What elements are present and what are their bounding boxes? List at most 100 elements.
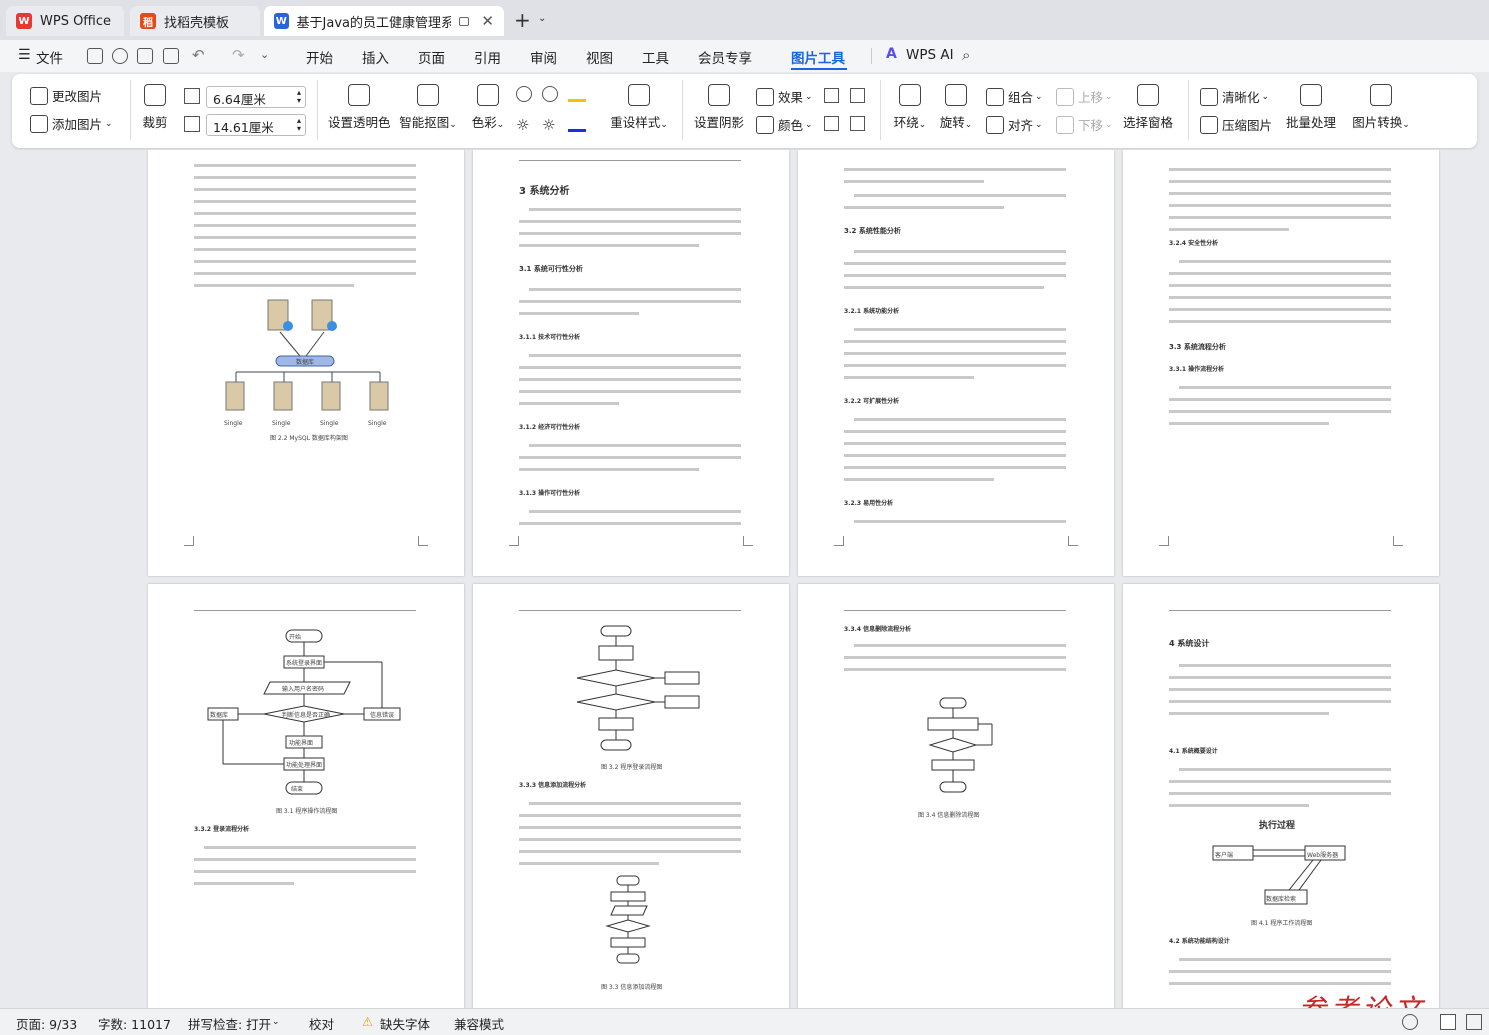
ribbon-divider [1188,80,1189,140]
menu-reference[interactable]: 引用 [474,47,501,67]
page-6[interactable]: 图 3.2 程序登录流程图 3.3.3 信息添加流程分析 图 3.3 信息添加流… [473,584,789,1008]
page-3[interactable]: 3.2 系统性能分析 3.2.1 系统功能分析 3.2.2 可扩展性分析 3.2… [798,150,1114,576]
transparent-icon [348,84,370,106]
page-2[interactable]: 3 系统分析 3.1 系统可行性分析 3.1.1 技术可行性分析 3.1.2 经… [473,150,789,576]
figure-caption: 图 4.1 程序工作流程图 [1251,920,1313,927]
border-color-icon[interactable] [568,116,586,132]
page-1[interactable]: 数据库 Single Single Single Single 图 2.2 My… [148,150,464,576]
save-icon[interactable] [87,48,103,64]
shadow-up-icon[interactable] [824,88,839,103]
sharpen-button[interactable]: 清晰化 ⌄ [1200,87,1269,106]
color-tone-button[interactable]: 色彩⌄ [468,84,508,131]
brightness-icon[interactable] [516,86,532,102]
compress-button[interactable]: 压缩图片 [1200,115,1272,134]
page-8[interactable]: 4 系统设计 4.1 系统概要设计 执行过程 客户端 Web服务器 数据库检索 … [1123,584,1439,1008]
print-preview-icon[interactable] [163,48,179,64]
page-4[interactable]: 3.2.4 安全性分析 3.3 系统流程分析 3.3.1 操作流程分析 [1123,150,1439,576]
menu-member[interactable]: 会员专享 [698,47,752,67]
hamburger-icon[interactable]: ☰ [18,47,31,63]
spell-check[interactable]: 拼写检查: 打开 [188,1014,271,1033]
chevron-down-icon[interactable]: ⌄ [538,13,546,24]
set-transparent-button[interactable]: 设置透明色 [328,84,391,131]
reset-style-icon [628,84,650,106]
sharpen-icon [1200,87,1218,106]
rotate-button[interactable]: 旋转⌄ [936,84,976,131]
delete-info-flowchart[interactable] [918,694,1008,804]
page-7[interactable]: 3.3.4 信息删除流程分析 图 3.4 信息删除流程图 [798,584,1114,1008]
undo-icon[interactable]: ↶ [192,46,205,64]
wrap-button[interactable]: 环绕⌄ [890,84,930,131]
change-picture-button[interactable]: 更改图片 [30,86,102,105]
set-shadow-button[interactable]: 设置阴影 [694,84,744,131]
height-icon [184,88,200,104]
figure-title: 执行过程 [1259,821,1296,831]
height-input[interactable]: 6.64厘米 ▴ ▾ [206,86,306,108]
warning-icon: ⚠ [362,1014,374,1029]
brightness-down-icon[interactable]: ☼ [542,116,555,134]
convert-button[interactable]: 图片转换⌄ [1350,84,1412,131]
page-5[interactable]: 开始 系统登录界面 输入用户名密码 数据库 判断信息是否正确 信息错误 功能界面… [148,584,464,1008]
flow-node: 开始 [289,634,302,641]
active-tab-underline [791,68,847,70]
subsection-heading: 3.2.2 可扩展性分析 [844,398,900,405]
search-icon[interactable]: ⌕ [962,46,970,64]
effect-button[interactable]: 效果 ⌄ [756,87,813,106]
select-pane-button[interactable]: 选择窗格 [1122,84,1174,131]
print-icon[interactable] [137,48,153,64]
menu-start[interactable]: 开始 [306,47,333,67]
wps-ai-icon: A [886,46,897,62]
crop-icon [144,84,166,106]
width-icon [184,116,200,132]
batch-button[interactable]: 批量处理 [1280,84,1342,131]
group-button[interactable]: 组合 ⌄ [986,87,1043,106]
menu-file[interactable]: 文件 [36,47,63,67]
tab-document[interactable]: W 基于Java的员工健康管理系统 ✕ [264,6,504,36]
contrast-icon[interactable] [542,86,558,102]
subsection-heading: 3.1 系统可行性分析 [519,265,583,273]
menu-view[interactable]: 视图 [586,47,613,67]
web-view-icon[interactable] [1466,1014,1482,1030]
menu-picture-tools[interactable]: 图片工具 [791,47,845,67]
add-info-flowchart[interactable] [603,874,673,974]
proof-button[interactable]: 校对 [309,1014,334,1033]
ribbon-divider [682,80,683,140]
smart-cutout-button[interactable]: 智能抠图⌄ [398,84,458,131]
shadow-left-icon[interactable] [824,116,839,131]
reset-style-button[interactable]: 重设样式⌄ [608,84,670,131]
menu-page[interactable]: 页面 [418,47,445,67]
tab-wps-office[interactable]: W WPS Office [6,6,124,36]
quick-more-icon[interactable]: ⌄ [260,48,269,61]
move-up-button[interactable]: 上移 ⌄ [1056,87,1113,106]
word-count[interactable]: 字数: 11017 [98,1014,171,1033]
width-input[interactable]: 14.61厘米 ▴ ▾ [206,114,306,136]
shadow-down-icon[interactable] [850,88,865,103]
subsection-heading: 3.3.1 操作流程分析 [1169,366,1225,373]
color-button[interactable]: 颜色 ⌄ [756,115,813,134]
login-flowchart[interactable] [573,622,713,762]
menu-review[interactable]: 审阅 [530,47,557,67]
missing-font-button[interactable]: 缺失字体 [380,1014,430,1033]
page-indicator[interactable]: 页面: 9/33 [16,1014,77,1033]
chevron-down-icon[interactable]: ⌄ [272,1017,280,1027]
menu-insert[interactable]: 插入 [362,47,389,67]
add-picture-button[interactable]: 添加图片 ⌄ [30,114,113,133]
fill-color-icon[interactable] [568,86,586,102]
shadow-right-icon[interactable] [850,116,865,131]
align-button[interactable]: 对齐 ⌄ [986,115,1043,134]
eye-protect-icon[interactable] [1402,1014,1418,1030]
menu-tools[interactable]: 工具 [642,47,669,67]
new-tab-icon[interactable]: + [514,8,531,32]
tab-template[interactable]: 稻 找稻壳模板 [130,6,260,36]
document-workspace[interactable]: 数据库 Single Single Single Single 图 2.2 My… [0,150,1489,1008]
crop-button[interactable]: 裁剪 [142,84,168,131]
move-down-button[interactable]: 下移 ⌄ [1056,115,1113,134]
menu-wps-ai[interactable]: WPS AI [906,47,954,63]
figure-caption: 图 3.3 信息添加流程图 [601,984,663,991]
close-tab-icon[interactable]: ✕ [481,12,494,30]
screen-icon[interactable] [459,16,470,26]
brightness-up-icon[interactable]: ☼ [516,116,529,134]
export-icon[interactable] [112,48,128,64]
redo-icon[interactable]: ↷ [232,46,245,64]
move-up-icon [1056,87,1074,106]
page-view-icon[interactable] [1440,1014,1456,1030]
